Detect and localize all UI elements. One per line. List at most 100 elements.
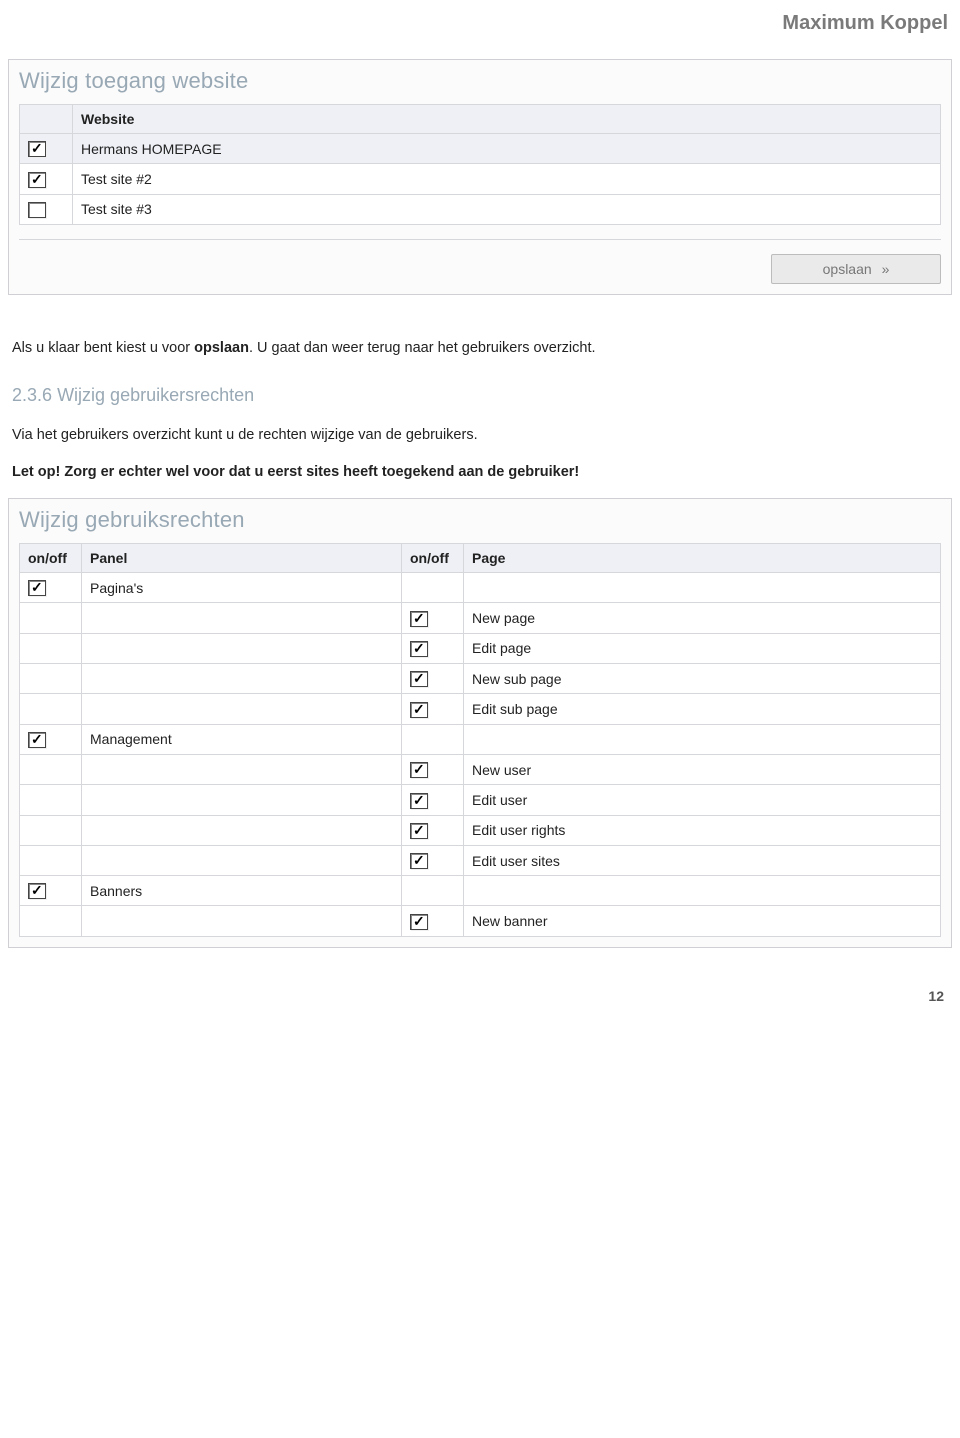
panel-onoff-cell [20,664,82,694]
panel-label-cell [82,906,402,936]
page-checkbox[interactable] [410,914,428,930]
paragraph-3: Let op! Zorg er echter wel voor dat u ee… [12,461,948,483]
text-fragment: Als u klaar bent kiest u voor [12,340,194,356]
page-onoff-cell [402,845,464,875]
page-checkbox[interactable] [410,671,428,687]
panel-checkbox[interactable] [28,580,46,596]
col-header-checkbox [20,105,73,134]
page-onoff-cell [402,664,464,694]
col-header-onoff-page: on/off [402,544,464,573]
site-checkbox[interactable] [28,202,46,218]
col-header-panel: Panel [82,544,402,573]
panel-label-cell [82,785,402,815]
panel-onoff-cell [20,573,82,603]
page-onoff-cell [402,573,464,603]
save-button-label: opslaan [823,261,872,277]
panel-onoff-cell [20,906,82,936]
page-checkbox[interactable] [410,793,428,809]
site-checkbox[interactable] [28,141,46,157]
table-row: Test site #2 [20,164,941,194]
panel-label-cell [82,664,402,694]
rights-table: on/off Panel on/off Page Pagina'sNew pag… [19,543,941,937]
checkbox-cell [20,134,73,164]
page-label-cell: New banner [464,906,941,936]
page-label-cell: New page [464,603,941,633]
page-checkbox[interactable] [410,853,428,869]
page-onoff-cell [402,815,464,845]
table-row: Edit page [20,633,941,663]
section-title: Wijzig gebruikersrechten [57,385,254,405]
section-number: 2.3.6 [12,385,52,405]
table-row: New banner [20,906,941,936]
page-onoff-cell [402,754,464,784]
brand-title: Maximum Koppel [0,0,960,59]
site-name-cell: Test site #2 [73,164,941,194]
table-row: Edit user sites [20,845,941,875]
panel-label-cell [82,603,402,633]
page-checkbox[interactable] [410,823,428,839]
site-name-cell: Test site #3 [73,194,941,224]
text-bold-warning: Zorg er echter wel voor dat u eerst site… [60,464,579,480]
paragraph-1: Als u klaar bent kiest u voor opslaan. U… [12,337,948,359]
panel-label-cell [82,633,402,663]
page-onoff-cell [402,633,464,663]
table-row: Edit user rights [20,815,941,845]
page-checkbox[interactable] [410,641,428,657]
page-onoff-cell [402,785,464,815]
page-label-cell: New sub page [464,664,941,694]
page-label-cell: Edit page [464,633,941,663]
panel-label-cell [82,845,402,875]
panel-label-cell: Management [82,724,402,754]
table-row: Edit user [20,785,941,815]
page-onoff-cell [402,906,464,936]
section-heading: 2.3.6 Wijzig gebruikersrechten [12,382,948,410]
site-checkbox[interactable] [28,172,46,188]
text-bold-letop: Let op! [12,464,60,480]
page-checkbox[interactable] [410,702,428,718]
col-header-website: Website [73,105,941,134]
page-label-cell: New user [464,754,941,784]
page-onoff-cell [402,724,464,754]
panel-label-cell: Banners [82,876,402,906]
col-header-page: Page [464,544,941,573]
page-onoff-cell [402,876,464,906]
save-button[interactable]: opslaan » [771,254,941,284]
paragraph-2: Via het gebruikers overzicht kunt u de r… [12,424,948,446]
page-checkbox[interactable] [410,611,428,627]
panel-onoff-cell [20,694,82,724]
page-checkbox[interactable] [410,762,428,778]
page-number: 12 [0,948,960,1014]
page-onoff-cell [402,694,464,724]
text-bold-opslaan: opslaan [194,340,249,356]
table-row: New page [20,603,941,633]
text-fragment: . U gaat dan weer terug naar het gebruik… [249,340,596,356]
page-label-cell [464,876,941,906]
chevron-right-icon: » [882,261,890,277]
table-row: Edit sub page [20,694,941,724]
page-label-cell [464,573,941,603]
page-label-cell: Edit sub page [464,694,941,724]
panel-label-cell [82,815,402,845]
panel-onoff-cell [20,754,82,784]
panel-onoff-cell [20,785,82,815]
panel-checkbox[interactable] [28,883,46,899]
table-row: New user [20,754,941,784]
page-label-cell: Edit user [464,785,941,815]
site-name-cell: Hermans HOMEPAGE [73,134,941,164]
table-row: Banners [20,876,941,906]
table-row: Management [20,724,941,754]
websites-table: Website Hermans HOMEPAGETest site #2Test… [19,104,941,225]
panel-label-cell [82,694,402,724]
page-label-cell [464,724,941,754]
table-row: Hermans HOMEPAGE [20,134,941,164]
panel-title: Wijzig gebruiksrechten [19,507,941,533]
panel-wijzig-toegang-website: Wijzig toegang website Website Hermans H… [8,59,952,295]
checkbox-cell [20,164,73,194]
table-row: Pagina's [20,573,941,603]
panel-label-cell: Pagina's [82,573,402,603]
panel-label-cell [82,754,402,784]
panel-onoff-cell [20,724,82,754]
document-body-text: Als u klaar bent kiest u voor opslaan. U… [0,295,960,484]
panel-checkbox[interactable] [28,732,46,748]
table-row: New sub page [20,664,941,694]
